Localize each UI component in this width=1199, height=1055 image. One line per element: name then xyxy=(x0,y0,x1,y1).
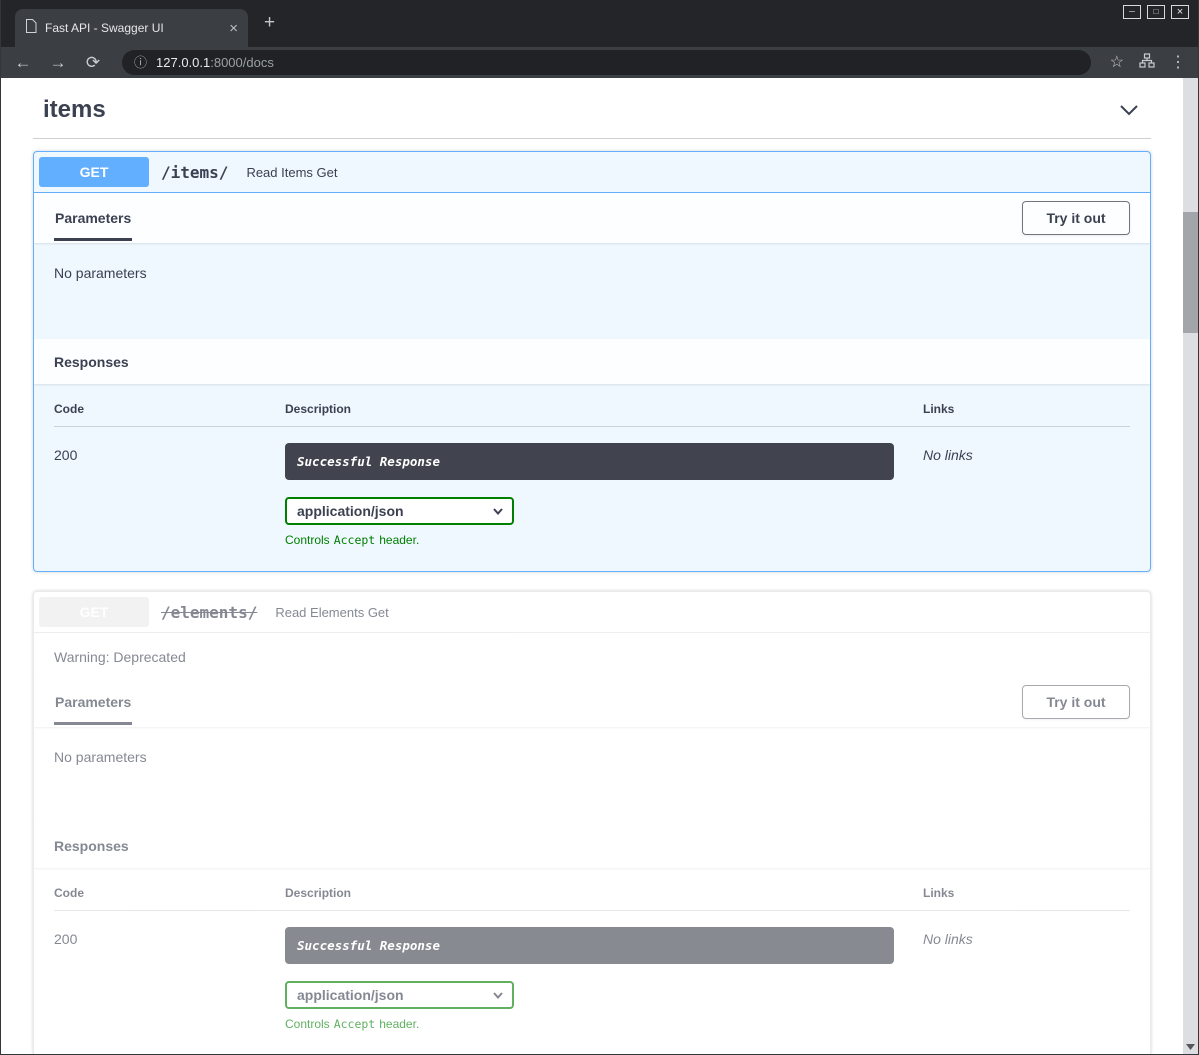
responses-header: Responses xyxy=(34,339,1150,384)
site-info-icon[interactable]: ⓘ xyxy=(134,56,147,69)
media-type-select-wrap: application/json xyxy=(285,497,514,525)
opblock-summary[interactable]: GET /items/ Read Items Get xyxy=(34,152,1150,193)
responses-title: Responses xyxy=(54,354,129,370)
tab-close-icon[interactable]: × xyxy=(229,21,238,36)
description-column-header: Description xyxy=(285,402,923,416)
new-tab-button[interactable]: + xyxy=(264,13,275,32)
response-description: Successful Response xyxy=(285,443,894,480)
tab-title: Fast API - Swagger UI xyxy=(45,21,221,35)
tag-section-header[interactable]: items xyxy=(33,92,1151,139)
window-minimize-button[interactable]: ─ xyxy=(1123,5,1141,19)
method-badge: GET xyxy=(39,157,149,187)
response-row: 200 Successful Response application/json xyxy=(54,911,1130,1031)
tag-title: items xyxy=(43,96,106,124)
response-code: 200 xyxy=(54,927,285,1031)
operation-summary: Read Elements Get xyxy=(275,605,388,620)
media-type-select[interactable]: application/json xyxy=(285,981,514,1009)
no-parameters-text: No parameters xyxy=(34,727,1150,823)
opblock-summary[interactable]: GET /elements/ Read Elements Get xyxy=(34,592,1150,633)
browser-toolbar: ← → ⟳ ⓘ 127.0.0.1:8000/docs ☆ ⋮ xyxy=(1,47,1198,78)
opblock-get-elements-deprecated: GET /elements/ Read Elements Get Warning… xyxy=(33,591,1151,1054)
media-type-select[interactable]: application/json xyxy=(285,497,514,525)
window-close-button[interactable]: × xyxy=(1171,5,1189,19)
url-text: 127.0.0.1:8000/docs xyxy=(156,55,274,70)
code-column-header: Code xyxy=(54,402,285,416)
response-links: No links xyxy=(923,927,1130,1031)
operation-path: /items/ xyxy=(161,163,228,182)
forward-icon[interactable]: → xyxy=(48,54,68,71)
back-icon[interactable]: ← xyxy=(13,54,33,71)
response-description: Successful Response xyxy=(285,927,894,964)
operation-summary: Read Items Get xyxy=(246,165,337,180)
reload-icon[interactable]: ⟳ xyxy=(83,54,103,71)
window-controls: ─ □ × xyxy=(1123,5,1189,19)
responses-header: Responses xyxy=(34,823,1150,868)
accept-header-note: ControlsAcceptheader. xyxy=(285,533,923,547)
opblock-get-items: GET /items/ Read Items Get Parameters Tr… xyxy=(33,151,1151,572)
links-column-header: Links xyxy=(923,886,1130,900)
responses-title: Responses xyxy=(54,838,129,854)
url-path: :8000/docs xyxy=(210,55,274,70)
browser-window: Fast API - Swagger UI × + ─ □ × ← → ⟳ ⓘ … xyxy=(0,0,1199,1055)
description-column-header: Description xyxy=(285,886,923,900)
operation-path: /elements/ xyxy=(161,603,257,622)
titlebar: Fast API - Swagger UI × + ─ □ × xyxy=(1,0,1198,47)
bookmark-star-icon[interactable]: ☆ xyxy=(1110,55,1124,71)
method-badge: GET xyxy=(39,597,149,627)
response-links: No links xyxy=(923,443,1130,547)
menu-dots-icon[interactable]: ⋮ xyxy=(1170,55,1186,71)
code-column-header: Code xyxy=(54,886,285,900)
page-icon xyxy=(25,19,37,38)
page-content: items GET /items/ Read Items Get Paramet… xyxy=(1,78,1183,1054)
media-type-select-wrap: application/json xyxy=(285,981,514,1009)
url-bar[interactable]: ⓘ 127.0.0.1:8000/docs xyxy=(122,50,1091,75)
parameters-header: Parameters Try it out xyxy=(34,677,1150,727)
response-code: 200 xyxy=(54,443,285,547)
parameters-tab[interactable]: Parameters xyxy=(54,195,132,241)
responses-table-header: Code Description Links xyxy=(54,886,1130,911)
accept-header-note: ControlsAcceptheader. xyxy=(285,1017,923,1031)
no-parameters-text: No parameters xyxy=(34,243,1150,339)
window-maximize-button[interactable]: □ xyxy=(1147,5,1165,19)
deprecated-warning: Warning: Deprecated xyxy=(34,633,1150,677)
parameters-tab[interactable]: Parameters xyxy=(54,679,132,725)
url-host: 127.0.0.1 xyxy=(156,55,210,70)
parameters-header: Parameters Try it out xyxy=(34,193,1150,243)
links-column-header: Links xyxy=(923,402,1130,416)
browser-tab[interactable]: Fast API - Swagger UI × xyxy=(15,9,248,47)
try-it-out-button[interactable]: Try it out xyxy=(1022,685,1130,719)
try-it-out-button[interactable]: Try it out xyxy=(1022,201,1130,235)
scrollbar-thumb[interactable] xyxy=(1183,212,1198,333)
collapse-chevron-icon[interactable] xyxy=(1117,100,1141,120)
scrollbar[interactable] xyxy=(1183,78,1198,1054)
sitemap-icon[interactable] xyxy=(1139,53,1155,72)
response-row: 200 Successful Response application/json xyxy=(54,427,1130,547)
scrollbar-down-arrow[interactable] xyxy=(1183,1039,1198,1054)
responses-table-header: Code Description Links xyxy=(54,402,1130,427)
